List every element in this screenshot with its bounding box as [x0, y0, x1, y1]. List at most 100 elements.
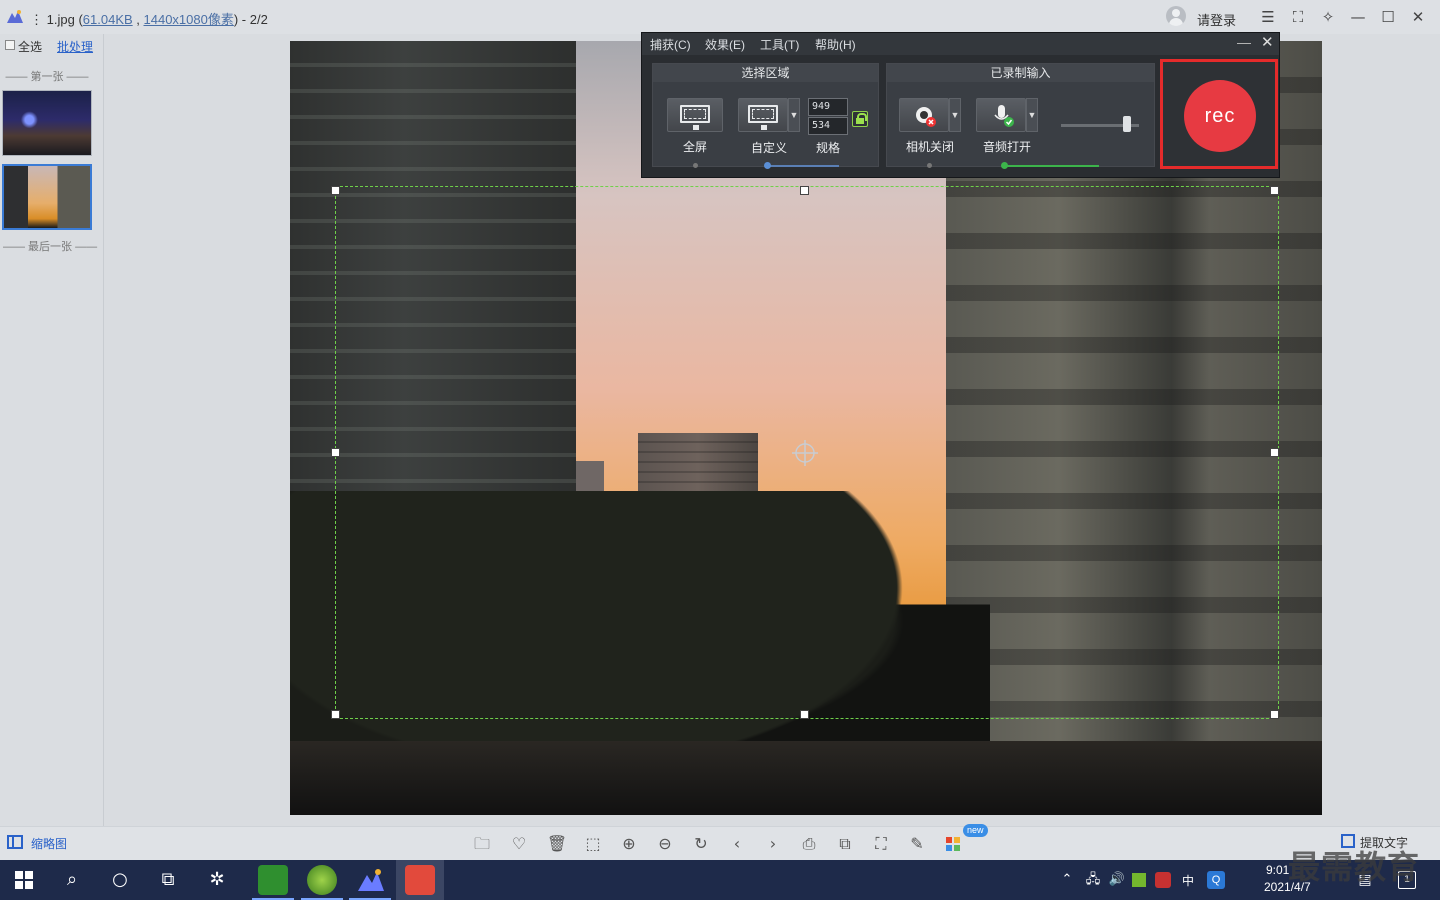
- delete-icon[interactable]: 🗑: [545, 832, 569, 856]
- camtasia-recorder-icon: [405, 865, 435, 895]
- nvidia-icon[interactable]: [1132, 873, 1146, 887]
- camera-slider-dot[interactable]: [927, 163, 932, 168]
- resize-handle-w[interactable]: [331, 448, 340, 457]
- thumbnails-label[interactable]: 缩略图: [31, 835, 67, 852]
- resize-handle-n[interactable]: [800, 186, 809, 195]
- capture-toolbar: 捕获(C) 效果(E) 工具(T) 帮助(H) — ✕ 选择区域 全屏 ▼ 自定…: [641, 32, 1280, 178]
- camtasia-green-app-icon[interactable]: [258, 865, 288, 895]
- next-icon[interactable]: ›: [761, 832, 785, 856]
- volume-icon[interactable]: 🔊: [1104, 860, 1130, 900]
- move-cursor-icon[interactable]: [790, 438, 820, 468]
- edit-icon[interactable]: ✎: [905, 832, 929, 856]
- clock-time[interactable]: 9:01: [1266, 863, 1289, 877]
- task-view-icon[interactable]: ⧉: [144, 860, 192, 900]
- fullscreen-icon: [680, 105, 710, 130]
- aspect-lock-icon[interactable]: [852, 111, 868, 127]
- file-name: 1.jpg: [46, 12, 75, 27]
- width-input[interactable]: 949: [808, 98, 848, 116]
- new-badge: new: [963, 824, 988, 837]
- image-viewer-app-icon[interactable]: [357, 867, 385, 893]
- avatar[interactable]: [1166, 6, 1186, 26]
- audio-slider-dot[interactable]: [1001, 162, 1008, 169]
- custom-region-dropdown[interactable]: ▼: [788, 98, 800, 132]
- file-size-link[interactable]: 61.04KB: [83, 12, 133, 27]
- resize-handle-e[interactable]: [1270, 448, 1279, 457]
- close-icon[interactable]: ✕: [1405, 5, 1431, 29]
- resize-handle-se[interactable]: [1270, 710, 1279, 719]
- login-link[interactable]: 请登录: [1197, 10, 1236, 29]
- custom-region-button[interactable]: [738, 98, 788, 132]
- resize-handle-ne[interactable]: [1270, 186, 1279, 195]
- camera-icon: [916, 107, 936, 127]
- audio-level-slider[interactable]: [1123, 116, 1132, 132]
- thumbnail-2-selected[interactable]: [2, 164, 92, 230]
- capture-minimize-icon[interactable]: —: [1237, 34, 1251, 50]
- select-all-checkbox[interactable]: [5, 40, 15, 50]
- pin-icon[interactable]: ✧: [1315, 5, 1341, 29]
- previous-icon[interactable]: ‹: [725, 832, 749, 856]
- region-slider-dot[interactable]: [764, 162, 771, 169]
- favorite-icon[interactable]: ♡: [507, 832, 531, 856]
- audio-button[interactable]: [976, 98, 1026, 132]
- batch-link[interactable]: 批处理: [57, 38, 93, 55]
- fullscreen-button[interactable]: [667, 98, 723, 132]
- cortana-icon[interactable]: ○: [96, 860, 144, 900]
- select-all-label[interactable]: 全选: [18, 38, 42, 55]
- recorded-input-panel: 已录制输入 ▼ 相机关闭 ▼ 音频打开: [886, 63, 1155, 169]
- windows-start-icon[interactable]: [15, 871, 33, 889]
- file-dims-link[interactable]: 1440x1080像素: [144, 12, 234, 27]
- search-icon[interactable]: ⌕: [48, 860, 96, 900]
- print-icon[interactable]: ⎙: [797, 832, 821, 856]
- open-folder-icon[interactable]: 🗀: [470, 832, 494, 856]
- capture-menubar: 捕获(C) 效果(E) 工具(T) 帮助(H) — ✕: [642, 33, 1279, 55]
- region-slider-track: [769, 165, 839, 167]
- minimize-icon[interactable]: —: [1345, 5, 1371, 29]
- qq-icon[interactable]: Q: [1207, 871, 1225, 889]
- fullscreen-slider-dot[interactable]: [693, 163, 698, 168]
- custom-region-icon: [748, 105, 778, 130]
- recorded-input-title: 已录制输入: [887, 64, 1154, 82]
- record-button[interactable]: rec: [1184, 80, 1256, 152]
- pinwheel-app-icon[interactable]: ✲: [193, 860, 241, 900]
- tray-expand-icon[interactable]: ⌃: [1052, 860, 1082, 900]
- scan-icon[interactable]: ⛶: [869, 832, 893, 856]
- camtasia-recorder-tab[interactable]: [396, 860, 444, 900]
- photo-ground: [290, 741, 1322, 815]
- rec-highlight-frame: rec: [1160, 59, 1278, 169]
- ime-indicator[interactable]: 中: [1182, 872, 1194, 889]
- apps-icon[interactable]: [945, 836, 961, 852]
- menu-tools[interactable]: 工具(T): [760, 36, 799, 53]
- title-bar: ⋮ 1.jpg (61.04KB , 1440x1080像素) - 2/2 请登…: [0, 0, 1440, 34]
- fullscreen-label: 全屏: [682, 140, 707, 154]
- thumbnail-1[interactable]: [2, 90, 92, 156]
- thumbnails-icon[interactable]: [7, 835, 23, 849]
- security-shield-icon[interactable]: [1155, 872, 1171, 888]
- custom-region-label: 自定义: [750, 141, 787, 155]
- audio-dropdown[interactable]: ▼: [1026, 98, 1038, 132]
- rotate-icon[interactable]: ↻: [689, 832, 713, 856]
- audio-slider-track: [1004, 165, 1099, 167]
- zoom-in-icon[interactable]: ⊕: [617, 832, 641, 856]
- menu-effects[interactable]: 效果(E): [705, 36, 745, 53]
- height-input[interactable]: 534: [808, 117, 848, 135]
- camera-dropdown[interactable]: ▼: [949, 98, 961, 132]
- capture-close-icon[interactable]: ✕: [1261, 33, 1274, 51]
- maximize-icon[interactable]: ☐: [1375, 5, 1401, 29]
- fit-icon[interactable]: ⬚: [581, 832, 605, 856]
- convert-icon[interactable]: ⧉: [833, 832, 857, 856]
- menu-icon[interactable]: ☰: [1255, 5, 1281, 29]
- first-image-label: —— 第一张 ——: [5, 71, 89, 83]
- watermark-text: 最需教育: [1288, 848, 1421, 886]
- resize-handle-nw[interactable]: [331, 186, 340, 195]
- zoom-out-icon[interactable]: ⊖: [653, 832, 677, 856]
- select-region-title: 选择区域: [653, 64, 878, 82]
- camera-button[interactable]: [899, 98, 949, 132]
- network-icon[interactable]: 🖧: [1080, 860, 1106, 900]
- camera-label: 相机关闭: [905, 140, 954, 154]
- resize-handle-s[interactable]: [800, 710, 809, 719]
- melon-app-icon[interactable]: [307, 865, 337, 895]
- menu-capture[interactable]: 捕获(C): [650, 36, 691, 53]
- fullscreen-icon[interactable]: ⛶: [1285, 5, 1311, 29]
- resize-handle-sw[interactable]: [331, 710, 340, 719]
- menu-help[interactable]: 帮助(H): [815, 36, 856, 53]
